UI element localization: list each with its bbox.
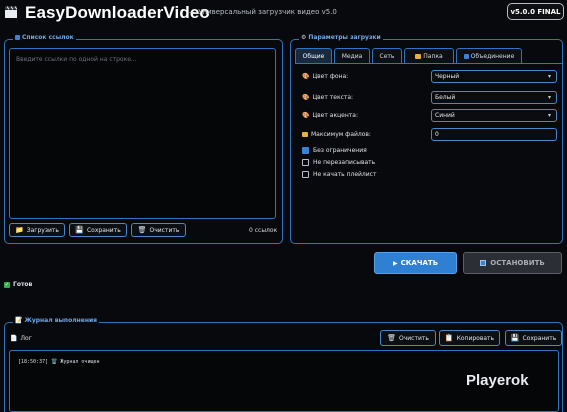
tab-merge[interactable]: Объединение	[456, 48, 522, 63]
save-links-label: Сохранить	[86, 226, 121, 234]
save-log-label: Сохранить	[522, 334, 557, 342]
no-playlist-checkbox[interactable]: Не качать плейлист	[302, 171, 376, 178]
bg-color-select[interactable]: Черный ▾	[431, 70, 557, 83]
floppy-icon: 💾	[510, 333, 520, 342]
stop-label: ОСТАНОВИТЬ	[490, 259, 545, 267]
chevron-down-icon: ▾	[547, 94, 551, 101]
tab-general[interactable]: Общие	[295, 48, 332, 63]
no-playlist-label: Не качать плейлист	[313, 171, 377, 178]
journal-group-label: Журнал выполнения	[24, 317, 98, 324]
accent-color-label: 🎨 Цвет акцента:	[302, 112, 358, 119]
settings-group-title: ⚙ Параметры загрузки	[299, 34, 383, 41]
text-color-select[interactable]: Белый ▾	[431, 91, 557, 104]
floppy-icon: 💾	[75, 225, 84, 234]
bg-color-text: Цвет фона:	[312, 73, 349, 80]
play-icon: ▶	[392, 259, 398, 267]
folder-icon	[302, 132, 308, 137]
checkbox-unchecked[interactable]	[302, 159, 309, 166]
merge-icon	[463, 53, 469, 59]
watermark: Playerok	[466, 372, 529, 389]
tab-network[interactable]: Сеть	[372, 48, 402, 63]
save-links-button[interactable]: 💾 Сохранить	[69, 223, 127, 237]
log-label-text: Лог	[20, 335, 32, 342]
links-group-title: Список ссылок	[13, 34, 76, 41]
links-group-label: Список ссылок	[22, 34, 74, 41]
accent-color-text: Цвет акцента:	[312, 112, 358, 119]
tab-media-label: Медиа	[341, 52, 363, 60]
journal-group-title: 📝 Журнал выполнения	[13, 317, 100, 324]
check-icon: ✓	[4, 281, 10, 288]
folder-icon: 📁	[15, 225, 24, 234]
stop-icon	[480, 260, 487, 266]
text-color-label: 🎨 Цвет текста:	[302, 94, 353, 101]
text-color-text: Цвет текста:	[312, 94, 354, 101]
tab-media[interactable]: Медиа	[334, 48, 370, 63]
chevron-down-icon: ▾	[547, 112, 551, 119]
max-files-input[interactable]: 0	[431, 128, 557, 141]
download-label: СКАЧАТЬ	[400, 259, 439, 267]
clapperboard-icon	[5, 6, 18, 18]
log-label: 📄 Лог	[10, 335, 32, 342]
tab-folder[interactable]: Папка	[404, 48, 454, 63]
max-files-value: 0	[435, 131, 439, 138]
no-overwrite-label: Не перезаписывать	[313, 159, 376, 166]
gear-icon: ⚙	[301, 34, 307, 41]
links-count: 0 ссылок	[249, 227, 278, 234]
bg-color-value: Черный	[435, 73, 460, 80]
tab-general-label: Общие	[302, 52, 325, 60]
palette-icon: 🎨	[302, 112, 310, 119]
copy-icon: 📋	[444, 333, 454, 342]
accent-color-value: Синий	[435, 112, 455, 119]
trash-icon: 🗑	[137, 225, 147, 234]
download-button[interactable]: ▶ СКАЧАТЬ	[374, 252, 457, 274]
chevron-down-icon: ▾	[547, 73, 551, 80]
app-subtitle: — Универсальный загрузчик видео v5.0	[189, 8, 337, 16]
trash-icon: 🗑	[387, 333, 396, 342]
clipboard-icon	[15, 35, 20, 40]
palette-icon: 🎨	[302, 94, 310, 101]
load-links-button[interactable]: 📁 Загрузить	[9, 223, 65, 237]
clear-links-button[interactable]: 🗑 Очистить	[131, 223, 186, 237]
no-limit-checkbox[interactable]: Без ограничения	[302, 147, 367, 154]
save-log-button[interactable]: 💾 Сохранить	[505, 330, 562, 346]
copy-log-label: Копировать	[456, 334, 495, 342]
stop-button[interactable]: ОСТАНОВИТЬ	[463, 252, 562, 274]
checkbox-unchecked[interactable]	[302, 171, 309, 178]
load-links-label: Загрузить	[26, 226, 59, 234]
copy-log-button[interactable]: 📋 Копировать	[439, 330, 500, 346]
document-icon: 📄	[10, 335, 18, 342]
tab-folder-label: Папка	[423, 52, 443, 60]
max-files-text: Максимум файлов:	[311, 131, 371, 138]
accent-color-select[interactable]: Синий ▾	[431, 109, 557, 122]
links-textarea[interactable]: Введите ссылки по одной на строке...	[9, 48, 276, 219]
status-line: ✓ Готов	[4, 281, 32, 288]
clear-links-label: Очистить	[149, 226, 180, 234]
palette-icon: 🎨	[302, 73, 310, 80]
bg-color-label: 🎨 Цвет фона:	[302, 73, 348, 80]
checkbox-checked[interactable]	[302, 147, 309, 154]
tab-merge-label: Объединение	[470, 52, 515, 60]
folder-icon	[415, 53, 422, 59]
text-color-value: Белый	[435, 94, 456, 101]
clear-log-label: Очистить	[398, 334, 429, 342]
app-title: EasyDownloaderVideo	[25, 3, 210, 22]
log-line: [18:50:37] 🗑️ Журнал очищен	[18, 359, 100, 365]
status-text: Готов	[13, 281, 33, 288]
max-files-label: Максимум файлов:	[302, 131, 371, 138]
clear-log-button[interactable]: 🗑 Очистить	[380, 330, 436, 346]
no-overwrite-checkbox[interactable]: Не перезаписывать	[302, 159, 375, 166]
tab-network-label: Сеть	[379, 52, 395, 60]
no-limit-label: Без ограничения	[313, 147, 367, 154]
version-badge: v5.0.0 FINAL	[507, 3, 564, 20]
settings-group-label: Параметры загрузки	[308, 34, 381, 41]
notepad-icon: 📝	[15, 317, 23, 324]
links-placeholder: Введите ссылки по одной на строке...	[16, 56, 137, 63]
